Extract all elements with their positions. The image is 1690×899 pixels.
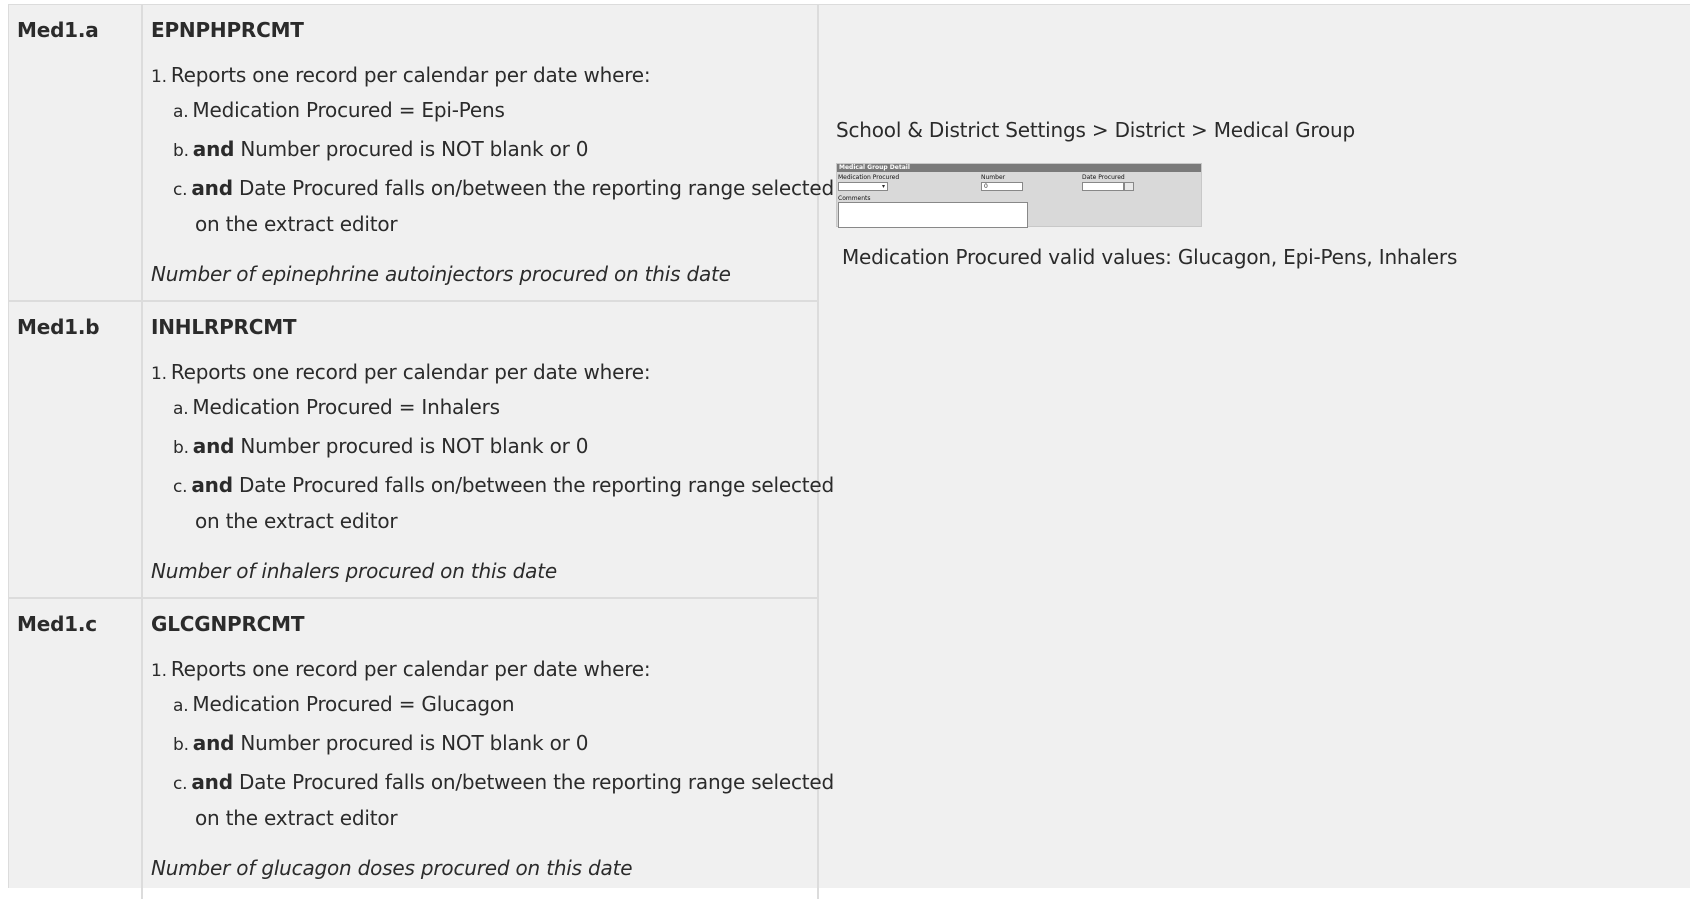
id-cell: Med1.a	[9, 5, 143, 300]
location-cell: School & District Settings > District > …	[819, 5, 1690, 888]
field-id: Med1.b	[17, 315, 100, 339]
conjunction: and	[191, 473, 233, 497]
list-text: Date Procured falls on/between the repor…	[232, 770, 835, 794]
screenshot-header: Medical Group Detail	[837, 164, 1201, 172]
field-id: Med1.a	[17, 18, 99, 42]
screenshot-date-input	[1082, 182, 1124, 191]
description-cell: EPNPHPRCMT 1. Reports one record per cale…	[143, 5, 834, 300]
table-row: Med1.b INHLRPRCMT 1. Reports one record p…	[9, 302, 834, 599]
list-marker: c.	[173, 477, 188, 497]
field-code: INHLRPRCMT	[151, 315, 297, 339]
list-item: 1. Reports one record per calendar per da…	[151, 63, 651, 87]
list-marker: b.	[173, 735, 189, 755]
id-cell: Med1.b	[9, 302, 143, 597]
field-code: EPNPHPRCMT	[151, 18, 304, 42]
conjunction: and	[192, 137, 235, 161]
field-note: Number of inhalers procured on this date	[151, 559, 557, 583]
screenshot-comments-label: Comments	[838, 195, 871, 202]
field-note: Number of glucagon doses procured on thi…	[151, 856, 633, 880]
list-marker: 1.	[151, 67, 167, 87]
list-marker: a.	[173, 102, 189, 122]
list-text: Reports one record per calendar per date…	[170, 360, 651, 384]
list-marker: a.	[173, 399, 189, 419]
list-text-continued: on the extract editor	[195, 509, 398, 533]
list-text: Date Procured falls on/between the repor…	[232, 176, 835, 200]
list-text: Reports one record per calendar per date…	[170, 63, 651, 87]
list-text: Medication Procured = Glucagon	[192, 692, 515, 716]
list-marker: 1.	[151, 364, 167, 384]
sub-list-item: c. and Date Procured falls on/between the…	[173, 770, 834, 794]
list-marker: a.	[173, 696, 189, 716]
screenshot-date-label: Date Procured	[1082, 174, 1125, 181]
medical-group-detail-screenshot: Medical Group Detail Medication Procured…	[836, 163, 1202, 228]
field-id: Med1.c	[17, 612, 97, 636]
conjunction: and	[191, 176, 233, 200]
sub-list-item: c. and Date Procured falls on/between the…	[173, 176, 834, 200]
table-row: Med1.c GLCGNPRCMT 1. Reports one record p…	[9, 599, 834, 899]
screenshot-comments-textarea	[838, 202, 1028, 228]
list-marker: 1.	[151, 661, 167, 681]
list-text: Reports one record per calendar per date…	[170, 657, 651, 681]
list-text: Number procured is NOT blank or 0	[234, 137, 589, 161]
list-text: Medication Procured = Inhalers	[192, 395, 500, 419]
table-row: Med1.a EPNPHPRCMT 1. Reports one record p…	[9, 5, 834, 302]
list-text-continued: on the extract editor	[195, 806, 398, 830]
conjunction: and	[192, 434, 235, 458]
navigation-path: School & District Settings > District > …	[836, 118, 1355, 142]
list-text-continued: on the extract editor	[195, 212, 398, 236]
list-marker: b.	[173, 438, 189, 458]
screenshot-medication-label: Medication Procured	[838, 174, 900, 181]
conjunction: and	[192, 731, 235, 755]
screenshot-number-input: 0	[981, 182, 1023, 191]
sub-list-item: b. and Number procured is NOT blank or 0	[173, 434, 589, 458]
screenshot-medication-select: ▾	[838, 182, 888, 191]
sub-list-item: a. Medication Procured = Inhalers	[173, 395, 500, 419]
list-marker: b.	[173, 141, 189, 161]
sub-list-item: b. and Number procured is NOT blank or 0	[173, 731, 589, 755]
sub-list-item: a. Medication Procured = Glucagon	[173, 692, 515, 716]
list-marker: c.	[173, 774, 188, 794]
id-cell: Med1.c	[9, 599, 143, 899]
list-text: Number procured is NOT blank or 0	[234, 434, 589, 458]
document-page: Med1.a EPNPHPRCMT 1. Reports one record p…	[8, 4, 1690, 899]
sub-list-item: b. and Number procured is NOT blank or 0	[173, 137, 589, 161]
description-cell: INHLRPRCMT 1. Reports one record per cale…	[143, 302, 834, 597]
field-code: GLCGNPRCMT	[151, 612, 305, 636]
sub-list-item: a. Medication Procured = Epi-Pens	[173, 98, 505, 122]
calendar-icon	[1124, 182, 1134, 191]
screenshot-number-label: Number	[981, 174, 1006, 181]
description-cell: GLCGNPRCMT 1. Reports one record per cale…	[143, 599, 834, 899]
conjunction: and	[191, 770, 233, 794]
list-item: 1. Reports one record per calendar per da…	[151, 360, 651, 384]
list-text: Medication Procured = Epi-Pens	[192, 98, 505, 122]
list-marker: c.	[173, 180, 188, 200]
list-text: Number procured is NOT blank or 0	[234, 731, 589, 755]
field-note: Number of epinephrine autoinjectors proc…	[151, 262, 731, 286]
list-text: Date Procured falls on/between the repor…	[232, 473, 835, 497]
list-item: 1. Reports one record per calendar per da…	[151, 657, 651, 681]
sub-list-item: c. and Date Procured falls on/between the…	[173, 473, 834, 497]
valid-values-text: Medication Procured valid values: Glucag…	[842, 245, 1458, 269]
